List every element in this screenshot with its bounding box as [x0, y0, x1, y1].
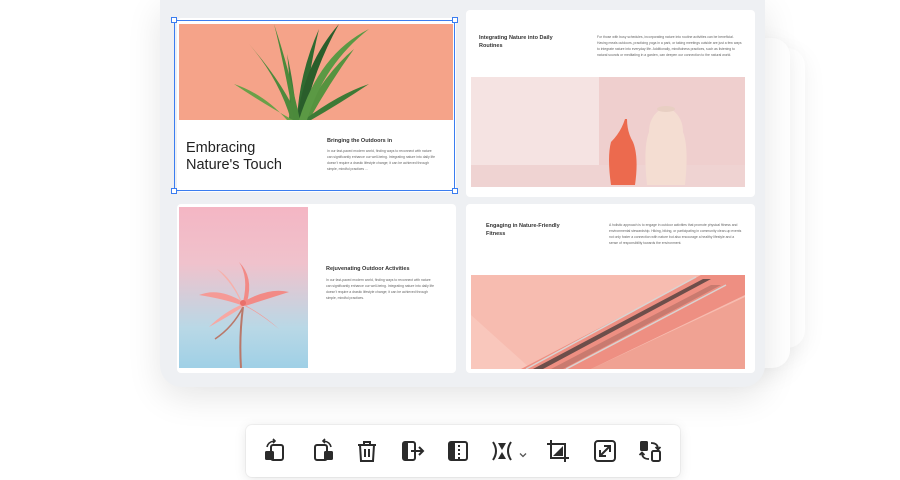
page-tools-toolbar — [246, 425, 680, 477]
lily-flower-photo — [179, 207, 308, 368]
extract-page-icon — [402, 441, 425, 461]
trash-icon — [358, 441, 376, 462]
crop-icon — [547, 440, 569, 462]
selection-handle-top-left[interactable] — [171, 17, 177, 23]
page-thumbnail-4[interactable]: Engaging in Nature-Friendly Fitness A ho… — [466, 204, 755, 373]
insert-options-dropdown[interactable] — [518, 447, 528, 458]
page-thumbnail-3[interactable]: Rejuvenating Outdoor Activities In our f… — [177, 204, 456, 373]
rotate-left-icon — [265, 438, 284, 461]
extract-page-button[interactable] — [400, 438, 426, 464]
chevron-down-icon — [519, 453, 527, 458]
replace-page-button[interactable] — [637, 438, 663, 464]
page-thumbnail-2[interactable]: Integrating Nature into Daily Routines F… — [466, 10, 755, 197]
page-2-subtitle: Integrating Nature into Daily Routines — [479, 35, 553, 49]
rotate-right-button[interactable] — [309, 438, 335, 464]
crop-button[interactable] — [545, 438, 571, 464]
replace-page-icon — [638, 441, 662, 462]
page-4-subtitle: Engaging in Nature-Friendly Fitness — [486, 223, 560, 237]
page-2-body: For those with busy schedules, incorpora… — [597, 35, 742, 57]
delete-page-button[interactable] — [354, 438, 380, 464]
selection-handle-top-right[interactable] — [452, 17, 458, 23]
page-3-subtitle: Rejuvenating Outdoor Activities — [326, 266, 410, 272]
insert-page-icon — [492, 441, 512, 461]
page-selection-frame — [174, 20, 455, 191]
resize-icon — [594, 440, 616, 462]
page-4-body: A holistic approach is to engage in outd… — [609, 223, 742, 245]
page-3-body: In our fast-paced modern world, finding … — [326, 278, 435, 300]
resize-button[interactable] — [592, 438, 618, 464]
split-page-button[interactable] — [445, 438, 471, 464]
vases-photo — [471, 77, 745, 187]
selection-handle-bottom-left[interactable] — [171, 188, 177, 194]
split-page-icon — [448, 441, 468, 461]
insert-page-button[interactable] — [489, 438, 515, 464]
rotate-left-button[interactable] — [263, 438, 289, 464]
escalator-photo — [471, 275, 745, 369]
selection-handle-bottom-right[interactable] — [452, 188, 458, 194]
rotate-right-icon — [314, 438, 333, 461]
